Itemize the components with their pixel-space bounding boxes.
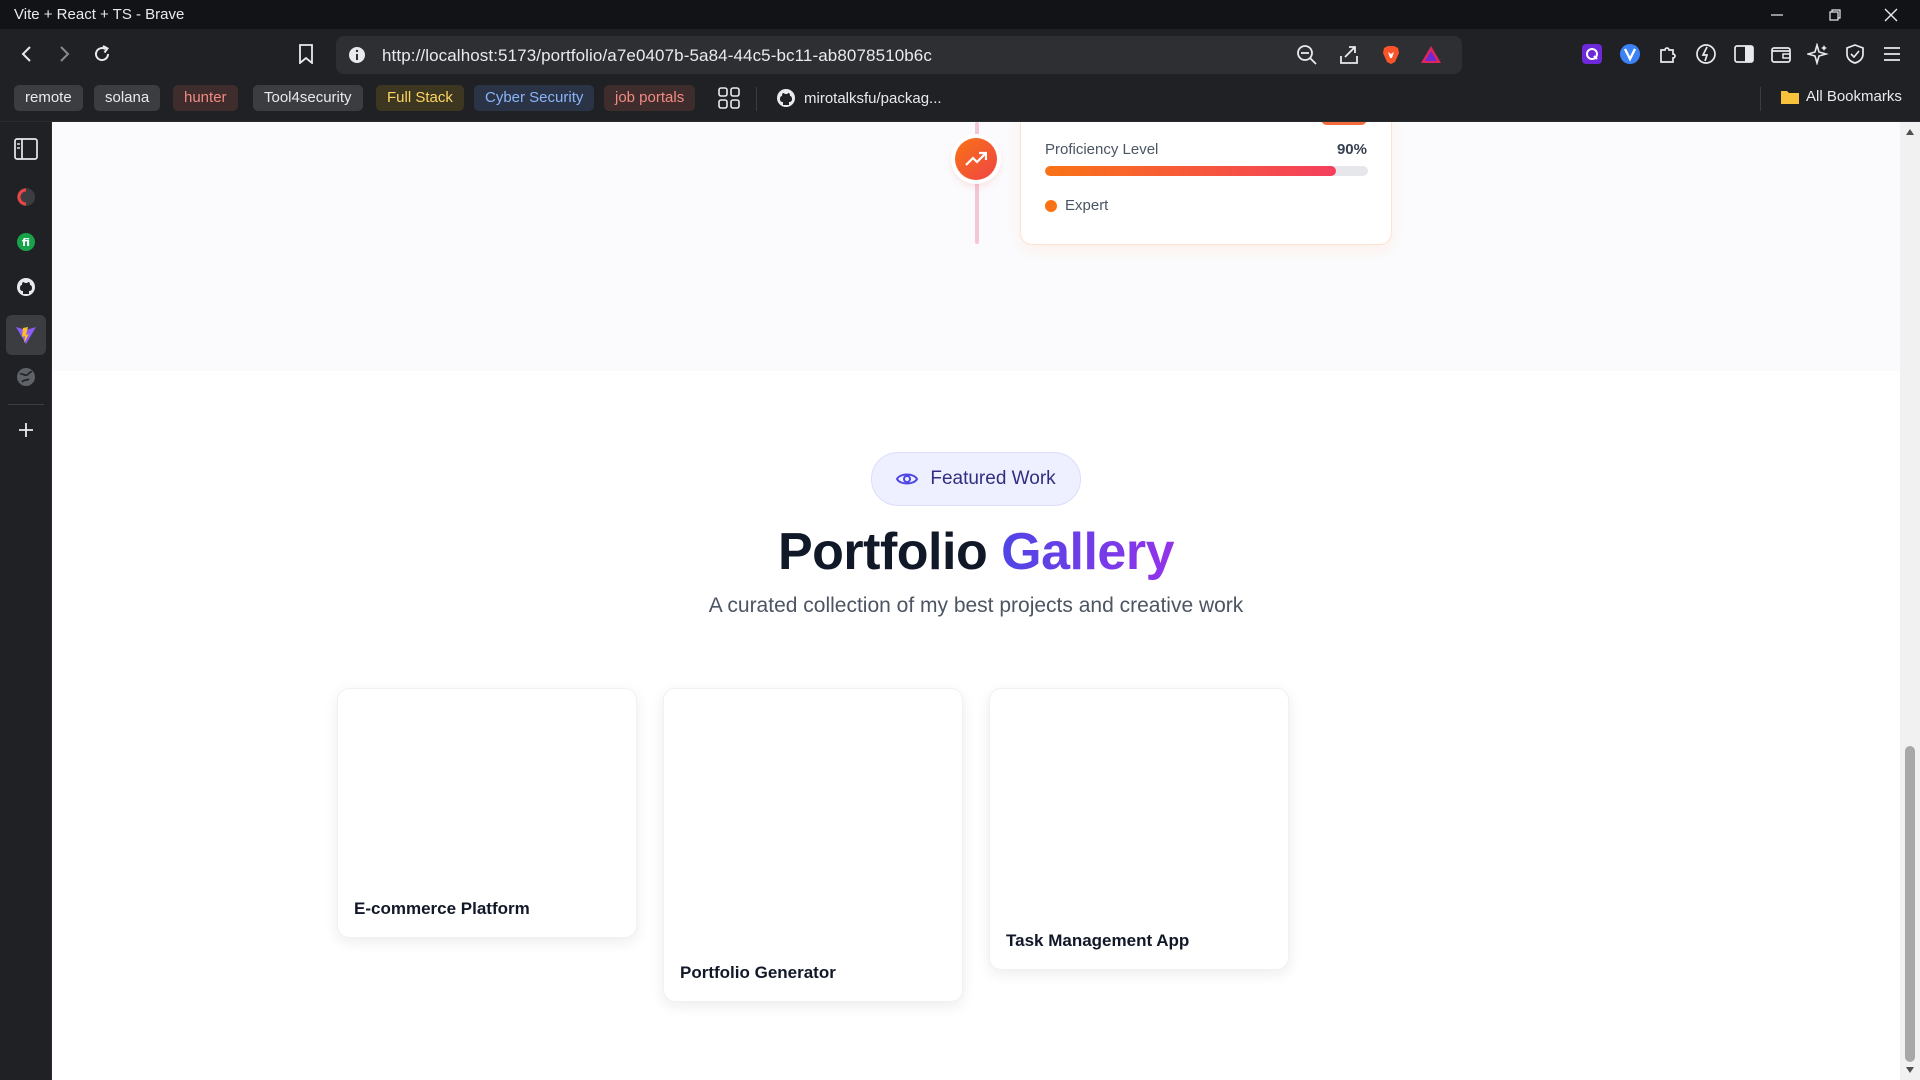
sidebar-toggle-icon[interactable] [1732,42,1756,66]
level-label: Expert [1065,197,1109,214]
sidebar-item-github[interactable] [11,272,41,302]
proficiency-bar-fill [1045,166,1336,176]
bookmark-item[interactable]: Full Stack [376,85,464,111]
sidebar-divider [8,404,44,405]
browser-sidebar: fi [0,122,52,1080]
panel-icon [14,138,38,160]
apps-grid-icon[interactable] [718,87,744,113]
green-app-icon: fi [17,233,35,251]
bookmark-page-button[interactable] [291,39,321,69]
brave-rewards-icon[interactable] [1420,44,1442,66]
bookmark-item[interactable]: hunter [173,85,238,111]
github-icon [17,278,35,296]
site-info-icon[interactable] [346,44,368,66]
url-text[interactable]: http://localhost:5173/portfolio/a7e0407b… [382,46,932,66]
close-icon [1884,8,1898,21]
featured-work-label: Featured Work [930,468,1056,489]
bookmark-item[interactable]: Tool4security [253,85,363,111]
project-name[interactable]: E-commerce Platform [354,899,530,919]
minimize-icon [1771,13,1783,16]
proficiency-bar [1045,166,1368,176]
github-icon [777,89,795,107]
featured-work-badge: Featured Work [871,452,1081,506]
forward-button[interactable] [49,39,79,69]
close-window-button[interactable] [1862,0,1920,29]
address-bar[interactable]: http://localhost:5173/portfolio/a7e0407b… [336,36,1462,74]
reload-button[interactable] [87,39,117,69]
sidebar-panel-button[interactable] [11,134,41,164]
sidebar-item-app1[interactable] [11,182,41,212]
arrow-right-icon [60,46,70,62]
vite-icon [16,327,36,344]
extension-v-icon[interactable] [1618,42,1642,66]
scroll-down-icon[interactable] [1905,1066,1915,1074]
window-title: Vite + React + TS - Brave [14,6,185,23]
share-icon[interactable] [1338,44,1360,66]
arrow-left-icon [21,46,31,62]
bookmark-github-label[interactable]: mirotalksfu/packag... [804,90,942,107]
page-viewport: Proficiency Level 90% Expert Featured Wo… [52,122,1900,1080]
back-button[interactable] [12,39,42,69]
proficiency-value: 90% [1336,141,1367,158]
folder-icon [1781,90,1799,104]
ai-sparkle-icon[interactable] [1806,42,1830,66]
skills-section: Proficiency Level 90% Expert [52,122,1900,371]
reload-icon [95,45,110,62]
gallery-subtitle: A curated collection of my best projects… [708,594,1244,617]
all-bookmarks-button[interactable]: All Bookmarks [1780,88,1902,105]
bookmark-github[interactable]: mirotalksfu/packag... [776,88,942,108]
trending-up-icon [965,151,987,166]
brave-shields-icon[interactable] [1380,44,1402,66]
globe-icon [17,368,35,386]
sidebar-item-app2[interactable]: fi [11,227,41,257]
all-bookmarks-label[interactable]: All Bookmarks [1806,88,1902,105]
zoom-icon[interactable] [1296,44,1318,66]
skill-category-tag [1321,122,1367,125]
project-name[interactable]: Task Management App [1006,931,1189,951]
restore-icon [1829,8,1841,21]
bookmark-item[interactable]: Cyber Security [474,85,595,111]
extensions-puzzle-icon[interactable] [1656,42,1680,66]
gallery-title-accent: Gallery [1001,523,1175,581]
vpn-shield-icon[interactable] [1843,42,1867,66]
bookmarks-divider [756,87,757,111]
bookmark-item[interactable]: remote [14,85,83,111]
skill-card: Proficiency Level 90% Expert [1020,122,1392,245]
bookmarks-divider-right [1760,87,1761,111]
eye-icon [896,473,919,485]
proficiency-label: Proficiency Level [1045,141,1159,158]
scroll-up-icon[interactable] [1905,128,1915,136]
bookmark-item[interactable]: job portals [604,85,696,111]
menu-icon[interactable] [1880,42,1904,66]
gallery-title: Portfolio Gallery [52,522,1900,582]
bookmark-icon [299,44,313,64]
page-scrollbar[interactable] [1900,122,1920,1080]
extension-q-icon[interactable] [1580,42,1604,66]
level-dot [1045,200,1057,212]
bookmark-item[interactable]: solana [94,85,161,111]
browser-toolbar: http://localhost:5173/portfolio/a7e0407b… [0,29,1920,79]
scrollbar-thumb[interactable] [1905,746,1915,1062]
project-name[interactable]: Portfolio Generator [680,963,836,983]
sidebar-item-vite[interactable] [6,315,46,355]
wallet-icon[interactable] [1769,42,1793,66]
sidebar-add-button[interactable] [11,415,41,445]
sidebar-item-globe[interactable] [11,362,41,392]
leo-ai-icon[interactable] [1694,42,1718,66]
project-card[interactable]: Portfolio Generator [663,688,963,1002]
title-bar: Vite + React + TS - Brave [0,0,1920,29]
plus-icon [19,423,33,437]
svg-text:fi: fi [22,236,30,249]
restore-button[interactable] [1806,0,1864,29]
timeline-marker [955,138,997,180]
project-card[interactable]: Task Management App [989,688,1289,970]
bookmarks-bar: remote solana hunter Tool4security Full Stac… [0,79,1920,122]
gallery-title-main: Portfolio [777,523,988,581]
project-card[interactable]: E-commerce Platform [337,688,637,938]
app-circle-icon [17,188,35,206]
minimize-button[interactable] [1748,0,1806,29]
